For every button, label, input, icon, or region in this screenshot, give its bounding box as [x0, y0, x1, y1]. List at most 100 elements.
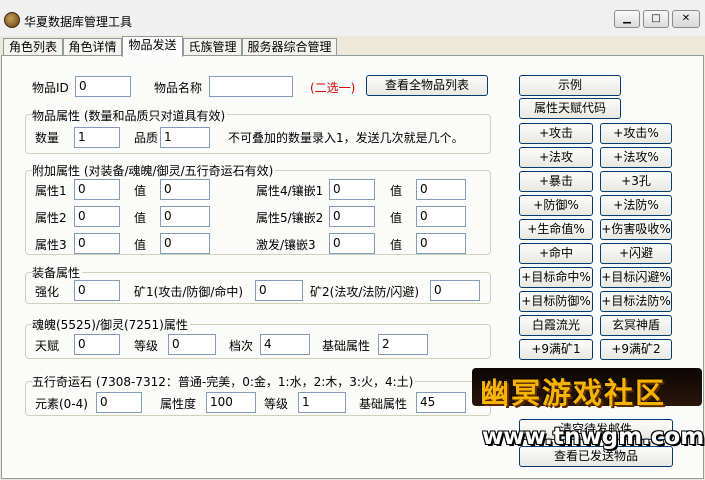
add-defense-pct-button[interactable]: +防御%: [519, 195, 593, 216]
item-props-title: 物品属性 (数量和品质只对道具有效): [32, 107, 228, 124]
activate-value-label: 值: [390, 238, 403, 252]
talent-code-button[interactable]: 属性天赋代码: [519, 98, 621, 119]
add-hp-pct-button[interactable]: +生命值%: [519, 219, 593, 240]
white-glow-button[interactable]: 白霞流光: [519, 315, 593, 336]
mine1-input[interactable]: 0: [255, 280, 303, 301]
attr3-value-label: 值: [134, 238, 147, 252]
quality-label: 品质: [134, 131, 159, 145]
attr4-value-label: 值: [390, 184, 403, 198]
quantity-note: 不可叠加的数量录入1，发送几次就是几个。: [228, 131, 464, 145]
attr-degree-label: 属性度: [160, 397, 197, 411]
item-id-input[interactable]: 0: [75, 76, 131, 97]
soul-base-label: 基础属性: [322, 339, 371, 353]
attr1-value-input[interactable]: 0: [160, 179, 210, 200]
add-dodge-button[interactable]: +闪避: [600, 243, 672, 264]
attr2-value-label: 值: [134, 211, 147, 225]
maximize-icon: □: [651, 13, 661, 24]
view-all-items-button[interactable]: 查看全物品列表: [366, 75, 488, 96]
add-attack-pct-button[interactable]: +攻击%: [600, 123, 672, 144]
tier-label: 档次: [229, 339, 254, 353]
activate-value-input[interactable]: 0: [416, 233, 466, 254]
close-icon: ✕: [681, 13, 691, 24]
example-button[interactable]: 示例: [519, 75, 621, 96]
attr3-label: 属性3: [35, 238, 67, 252]
either-one-hint: (二选一): [310, 81, 356, 95]
attr3-input[interactable]: 0: [74, 233, 120, 254]
element-input[interactable]: 0: [96, 392, 142, 413]
stone-props-title: 五行奇运石 (7308-7312：普通-完美，0:金，1:水，2:木，3:火，4…: [32, 373, 416, 390]
enhance-label: 强化: [35, 285, 60, 299]
soul-level-input[interactable]: 0: [168, 334, 216, 355]
attr1-value-label: 值: [134, 184, 147, 198]
tab-role-detail[interactable]: 角色详情: [63, 38, 122, 56]
mine2-label: 矿2(法攻/法防/闪避): [310, 285, 420, 299]
title-bar: 华夏数据库管理工具 ▁ □ ✕: [0, 0, 705, 36]
attr5-value-input[interactable]: 0: [416, 206, 466, 227]
tier-input[interactable]: 4: [260, 334, 310, 355]
attr1-input[interactable]: 0: [74, 179, 120, 200]
attr5-input[interactable]: 0: [329, 206, 375, 227]
quantity-label: 数量: [35, 131, 60, 145]
add-damage-absorb-pct-button[interactable]: +伤害吸收%: [600, 219, 672, 240]
element-label: 元素(0-4): [35, 397, 88, 411]
plus9-full-mine1-button[interactable]: +9满矿1: [519, 339, 593, 360]
add-3-sockets-button[interactable]: +3孔: [600, 171, 672, 192]
item-id-label: 物品ID: [32, 81, 69, 95]
plus9-full-mine2-button[interactable]: +9满矿2: [600, 339, 672, 360]
add-target-hit-pct-button[interactable]: +目标命中%: [519, 267, 593, 288]
activate-input[interactable]: 0: [329, 233, 375, 254]
extra-props-title: 附加属性 (对装备/魂魄/御灵/五行奇运石有效): [32, 162, 276, 179]
attr-degree-input[interactable]: 100: [206, 392, 256, 413]
equip-props-title: 装备属性: [32, 264, 83, 281]
add-target-magic-defense-pct-button[interactable]: +目标法防%: [600, 291, 672, 312]
tab-role-list[interactable]: 角色列表: [3, 38, 63, 56]
attr3-value-input[interactable]: 0: [160, 233, 210, 254]
minimize-button[interactable]: ▁: [614, 10, 640, 28]
close-button[interactable]: ✕: [672, 10, 700, 28]
stone-base-label: 基础属性: [359, 397, 408, 411]
mine2-input[interactable]: 0: [430, 280, 480, 301]
attr4-input[interactable]: 0: [329, 179, 375, 200]
talent-input[interactable]: 0: [74, 334, 120, 355]
add-magic-attack-button[interactable]: +法攻: [519, 147, 593, 168]
add-target-defense-pct-button[interactable]: +目标防御%: [519, 291, 593, 312]
add-magic-defense-pct-button[interactable]: +法防%: [600, 195, 672, 216]
attr5-value-label: 值: [390, 211, 403, 225]
activate-label: 激发/镶嵌3: [256, 238, 316, 252]
attr2-label: 属性2: [35, 211, 67, 225]
mine1-label: 矿1(攻击/防御/命中): [134, 285, 244, 299]
attr2-value-input[interactable]: 0: [160, 206, 210, 227]
maximize-button[interactable]: □: [643, 10, 669, 28]
soul-props-title: 魂魄(5525)/御灵(7251)属性: [32, 316, 190, 333]
stone-level-label: 等级: [264, 397, 289, 411]
watermark-url: www.tnwgm.com: [482, 424, 705, 450]
stone-level-input[interactable]: 1: [298, 392, 346, 413]
tab-clan-manage[interactable]: 氏族管理: [183, 38, 242, 56]
add-hit-button[interactable]: +命中: [519, 243, 593, 264]
add-attack-button[interactable]: +攻击: [519, 123, 593, 144]
item-name-input[interactable]: [209, 76, 293, 97]
stone-base-input[interactable]: 45: [416, 392, 466, 413]
attr4-label: 属性4/镶嵌1: [256, 184, 324, 198]
add-target-dodge-pct-button[interactable]: +目标闪避%: [600, 267, 672, 288]
window-title: 华夏数据库管理工具: [24, 15, 133, 29]
quantity-input[interactable]: 1: [74, 127, 120, 148]
soul-base-input[interactable]: 2: [378, 334, 428, 355]
attr1-label: 属性1: [35, 184, 67, 198]
add-magic-attack-pct-button[interactable]: +法攻%: [600, 147, 672, 168]
dark-shield-button[interactable]: 玄冥神盾: [600, 315, 672, 336]
tab-strip: 角色列表 角色详情 物品发送 氏族管理 服务器综合管理: [0, 36, 705, 57]
quality-input[interactable]: 1: [160, 127, 210, 148]
add-crit-button[interactable]: +暴击: [519, 171, 593, 192]
soul-level-label: 等级: [134, 339, 159, 353]
tab-item-send[interactable]: 物品发送: [122, 36, 183, 57]
tab-server-manage[interactable]: 服务器综合管理: [242, 38, 337, 56]
enhance-input[interactable]: 0: [74, 280, 120, 301]
watermark-title: 幽冥游戏社区: [480, 376, 667, 410]
minimize-icon: ▁: [623, 13, 631, 24]
attr4-value-input[interactable]: 0: [416, 179, 466, 200]
attr2-input[interactable]: 0: [74, 206, 120, 227]
attr5-label: 属性5/镶嵌2: [256, 211, 324, 225]
talent-label: 天赋: [35, 339, 60, 353]
app-logo-icon: [4, 12, 20, 28]
